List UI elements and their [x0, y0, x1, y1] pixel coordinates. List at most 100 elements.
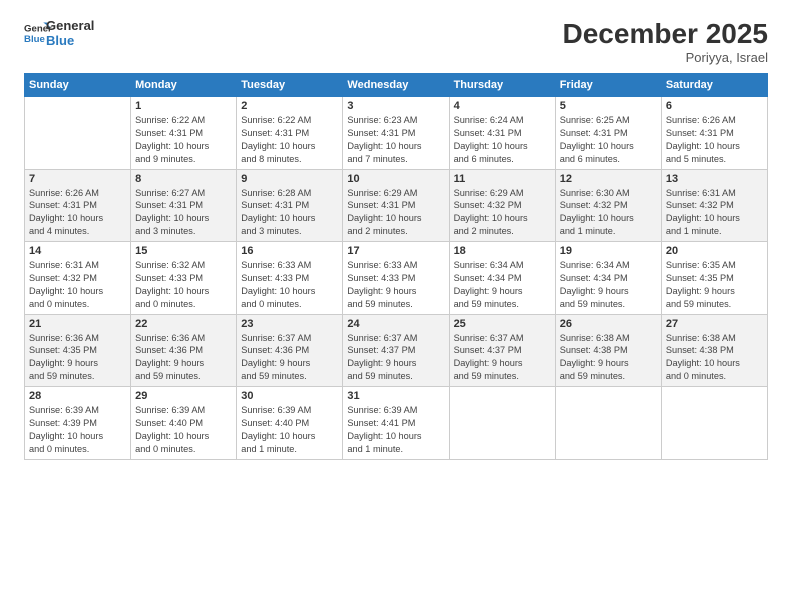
day-info: Sunrise: 6:29 AM Sunset: 4:31 PM Dayligh…	[347, 187, 444, 239]
day-number: 16	[241, 245, 338, 257]
day-info: Sunrise: 6:39 AM Sunset: 4:40 PM Dayligh…	[241, 404, 338, 456]
day-info: Sunrise: 6:37 AM Sunset: 4:36 PM Dayligh…	[241, 332, 338, 384]
day-info: Sunrise: 6:22 AM Sunset: 4:31 PM Dayligh…	[241, 114, 338, 166]
calendar-cell: 31Sunrise: 6:39 AM Sunset: 4:41 PM Dayli…	[343, 387, 449, 460]
header: General Blue General Blue December 2025 …	[24, 18, 768, 65]
day-number: 7	[29, 173, 126, 185]
calendar-cell: 7Sunrise: 6:26 AM Sunset: 4:31 PM Daylig…	[25, 169, 131, 242]
calendar-cell: 6Sunrise: 6:26 AM Sunset: 4:31 PM Daylig…	[661, 97, 767, 170]
calendar-cell: 17 Sunrise: 6:33 AM Sunset: 4:33 PM Dayli…	[343, 242, 449, 315]
day-info: Sunrise: 6:35 AM Sunset: 4:35 PM Dayligh…	[666, 259, 763, 311]
day-info: Sunrise: 6:31 AM Sunset: 4:32 PM Dayligh…	[29, 259, 126, 311]
calendar-cell: 16 Sunrise: 6:33 AM Sunset: 4:33 PM Dayli…	[237, 242, 343, 315]
logo: General Blue General Blue	[24, 18, 94, 48]
day-info: Sunrise: 6:39 AM Sunset: 4:39 PM Dayligh…	[29, 404, 126, 456]
calendar-cell: 20 Sunrise: 6:35 AM Sunset: 4:35 PM Dayli…	[661, 242, 767, 315]
weekday-header-row: SundayMondayTuesdayWednesdayThursdayFrid…	[25, 74, 768, 97]
day-info: Sunrise: 6:39 AM Sunset: 4:40 PM Dayligh…	[135, 404, 232, 456]
logo-general: General	[46, 18, 94, 33]
day-info: Sunrise: 6:31 AM Sunset: 4:32 PM Dayligh…	[666, 187, 763, 239]
calendar-cell	[25, 97, 131, 170]
day-info: Sunrise: 6:30 AM Sunset: 4:32 PM Dayligh…	[560, 187, 657, 239]
day-info: Sunrise: 6:38 AM Sunset: 4:38 PM Dayligh…	[560, 332, 657, 384]
calendar-cell: 4 Sunrise: 6:24 AM Sunset: 4:31 PM Daylig…	[449, 97, 555, 170]
day-number: 27	[666, 318, 763, 330]
day-number: 4	[454, 100, 551, 112]
day-number: 9	[241, 173, 338, 185]
day-number: 23	[241, 318, 338, 330]
month-title: December 2025	[563, 18, 768, 50]
day-info: Sunrise: 6:37 AM Sunset: 4:37 PM Dayligh…	[454, 332, 551, 384]
calendar-cell: 25 Sunrise: 6:37 AM Sunset: 4:37 PM Dayli…	[449, 314, 555, 387]
day-info: Sunrise: 6:22 AM Sunset: 4:31 PM Dayligh…	[135, 114, 232, 166]
day-info: Sunrise: 6:32 AM Sunset: 4:33 PM Dayligh…	[135, 259, 232, 311]
calendar-cell: 3Sunrise: 6:23 AM Sunset: 4:31 PM Daylig…	[343, 97, 449, 170]
day-number: 25	[454, 318, 551, 330]
day-number: 26	[560, 318, 657, 330]
day-number: 13	[666, 173, 763, 185]
calendar-cell: 15 Sunrise: 6:32 AM Sunset: 4:33 PM Dayli…	[131, 242, 237, 315]
calendar-cell: 23 Sunrise: 6:37 AM Sunset: 4:36 PM Dayli…	[237, 314, 343, 387]
calendar-cell: 27 Sunrise: 6:38 AM Sunset: 4:38 PM Dayli…	[661, 314, 767, 387]
calendar-cell: 26 Sunrise: 6:38 AM Sunset: 4:38 PM Dayli…	[555, 314, 661, 387]
day-number: 19	[560, 245, 657, 257]
calendar-cell: 9 Sunrise: 6:28 AM Sunset: 4:31 PM Daylig…	[237, 169, 343, 242]
day-info: Sunrise: 6:28 AM Sunset: 4:31 PM Dayligh…	[241, 187, 338, 239]
day-number: 5	[560, 100, 657, 112]
calendar-cell: 21Sunrise: 6:36 AM Sunset: 4:35 PM Dayli…	[25, 314, 131, 387]
weekday-header-sunday: Sunday	[25, 74, 131, 97]
day-number: 29	[135, 390, 232, 402]
svg-text:Blue: Blue	[24, 34, 45, 45]
calendar-cell	[555, 387, 661, 460]
day-info: Sunrise: 6:34 AM Sunset: 4:34 PM Dayligh…	[454, 259, 551, 311]
week-row-2: 7Sunrise: 6:26 AM Sunset: 4:31 PM Daylig…	[25, 169, 768, 242]
location: Poriyya, Israel	[563, 50, 768, 65]
logo-blue: Blue	[46, 33, 74, 48]
calendar-cell	[449, 387, 555, 460]
week-row-1: 1 Sunrise: 6:22 AM Sunset: 4:31 PM Daylig…	[25, 97, 768, 170]
week-row-3: 14 Sunrise: 6:31 AM Sunset: 4:32 PM Dayli…	[25, 242, 768, 315]
day-info: Sunrise: 6:33 AM Sunset: 4:33 PM Dayligh…	[347, 259, 444, 311]
day-number: 28	[29, 390, 126, 402]
day-info: Sunrise: 6:34 AM Sunset: 4:34 PM Dayligh…	[560, 259, 657, 311]
day-info: Sunrise: 6:36 AM Sunset: 4:36 PM Dayligh…	[135, 332, 232, 384]
week-row-4: 21Sunrise: 6:36 AM Sunset: 4:35 PM Dayli…	[25, 314, 768, 387]
day-number: 18	[454, 245, 551, 257]
weekday-header-saturday: Saturday	[661, 74, 767, 97]
calendar-cell: 28 Sunrise: 6:39 AM Sunset: 4:39 PM Dayli…	[25, 387, 131, 460]
weekday-header-wednesday: Wednesday	[343, 74, 449, 97]
day-number: 14	[29, 245, 126, 257]
day-info: Sunrise: 6:24 AM Sunset: 4:31 PM Dayligh…	[454, 114, 551, 166]
day-number: 1	[135, 100, 232, 112]
calendar-cell: 18 Sunrise: 6:34 AM Sunset: 4:34 PM Dayli…	[449, 242, 555, 315]
day-number: 20	[666, 245, 763, 257]
day-info: Sunrise: 6:33 AM Sunset: 4:33 PM Dayligh…	[241, 259, 338, 311]
day-info: Sunrise: 6:26 AM Sunset: 4:31 PM Dayligh…	[666, 114, 763, 166]
day-number: 8	[135, 173, 232, 185]
calendar: SundayMondayTuesdayWednesdayThursdayFrid…	[24, 73, 768, 460]
title-area: December 2025 Poriyya, Israel	[563, 18, 768, 65]
day-number: 15	[135, 245, 232, 257]
calendar-cell: 29 Sunrise: 6:39 AM Sunset: 4:40 PM Dayli…	[131, 387, 237, 460]
day-number: 12	[560, 173, 657, 185]
day-info: Sunrise: 6:39 AM Sunset: 4:41 PM Dayligh…	[347, 404, 444, 456]
day-info: Sunrise: 6:36 AM Sunset: 4:35 PM Dayligh…	[29, 332, 126, 384]
calendar-cell: 1 Sunrise: 6:22 AM Sunset: 4:31 PM Daylig…	[131, 97, 237, 170]
day-info: Sunrise: 6:37 AM Sunset: 4:37 PM Dayligh…	[347, 332, 444, 384]
calendar-cell: 30Sunrise: 6:39 AM Sunset: 4:40 PM Dayli…	[237, 387, 343, 460]
calendar-cell: 10 Sunrise: 6:29 AM Sunset: 4:31 PM Dayli…	[343, 169, 449, 242]
calendar-cell	[661, 387, 767, 460]
weekday-header-thursday: Thursday	[449, 74, 555, 97]
day-number: 24	[347, 318, 444, 330]
page: General Blue General Blue December 2025 …	[0, 0, 792, 612]
calendar-cell: 8 Sunrise: 6:27 AM Sunset: 4:31 PM Daylig…	[131, 169, 237, 242]
weekday-header-tuesday: Tuesday	[237, 74, 343, 97]
week-row-5: 28 Sunrise: 6:39 AM Sunset: 4:39 PM Dayli…	[25, 387, 768, 460]
day-number: 2	[241, 100, 338, 112]
day-info: Sunrise: 6:38 AM Sunset: 4:38 PM Dayligh…	[666, 332, 763, 384]
day-info: Sunrise: 6:27 AM Sunset: 4:31 PM Dayligh…	[135, 187, 232, 239]
day-number: 17	[347, 245, 444, 257]
day-number: 10	[347, 173, 444, 185]
day-info: Sunrise: 6:29 AM Sunset: 4:32 PM Dayligh…	[454, 187, 551, 239]
weekday-header-monday: Monday	[131, 74, 237, 97]
